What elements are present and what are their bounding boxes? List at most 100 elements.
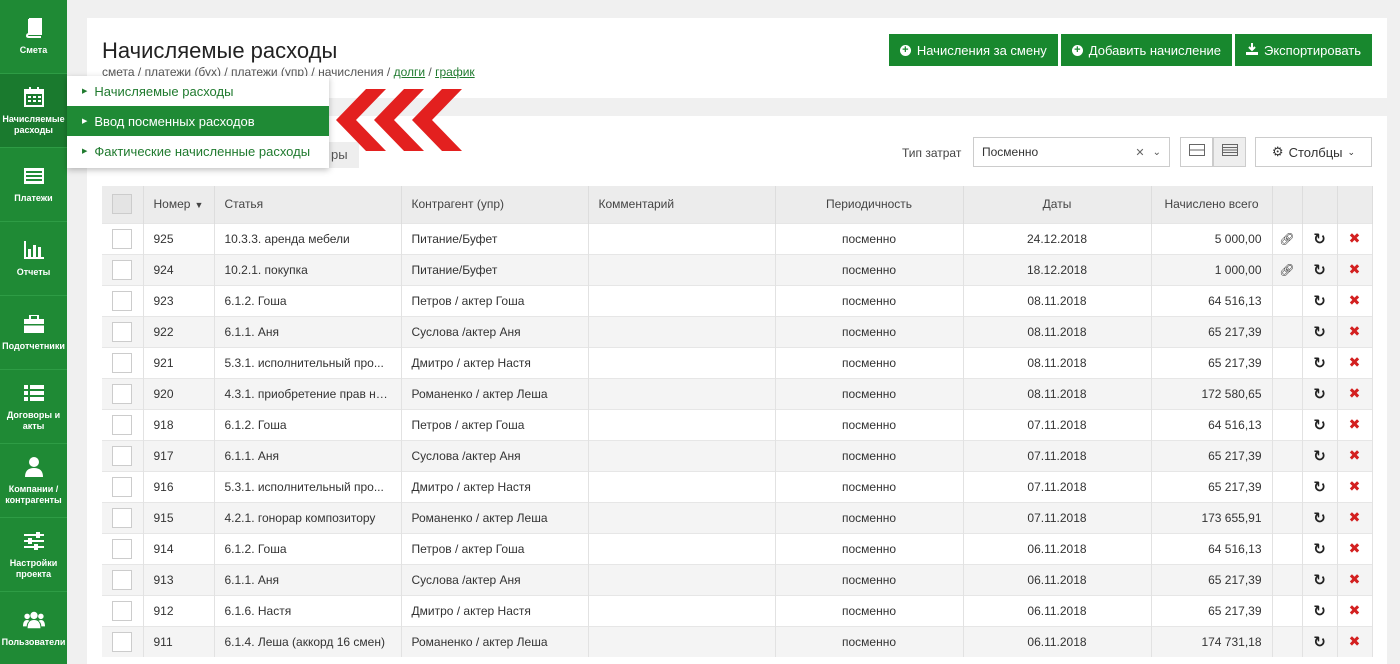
table-row[interactable]: 917 6.1.1. Аня Суслова /актер Аня посменно 0… [102,439,1373,471]
delete-icon[interactable]: ✖ [1349,571,1361,587]
row-checkbox[interactable] [112,445,133,466]
refresh-icon[interactable]: ↻ [1313,324,1326,341]
table-row[interactable]: 924 10.2.1. покупка Питание/Буфет посменно 1… [102,253,1373,285]
breadcrumb-link-debts[interactable]: долги [394,65,426,79]
sidebar-item-payments[interactable]: Платежи [0,148,67,222]
refresh-icon[interactable]: ↻ [1313,603,1326,620]
row-checkbox[interactable] [112,631,133,652]
columns-button[interactable]: ⚙ Столбцы ⌄ [1255,137,1372,167]
refresh-icon[interactable]: ↻ [1313,510,1326,527]
refresh-icon[interactable]: ↻ [1313,262,1326,279]
row-select-cell [102,470,144,502]
submenu-item-shift-expenses[interactable]: ▶ Ввод посменных расходов [67,106,329,136]
row-select-cell [102,532,144,564]
row-checkbox[interactable] [112,352,133,373]
refresh-icon[interactable]: ↻ [1313,231,1326,248]
delete-icon[interactable]: ✖ [1349,509,1361,525]
refresh-icon[interactable]: ↻ [1313,479,1326,496]
shift-accruals-button[interactable]: + Начисления за смену [888,34,1058,66]
sidebar-item-estimate[interactable]: Смета [0,0,67,74]
submenu-item-accrued-expenses[interactable]: ▶ Начисляемые расходы [67,76,329,106]
sidebar-item-reports[interactable]: Отчеты [0,222,67,296]
row-checkbox[interactable] [112,290,133,311]
delete-icon[interactable]: ✖ [1349,292,1361,308]
cost-type-select[interactable]: Посменно ✕ ⌄ [973,137,1170,167]
refresh-icon[interactable]: ↻ [1313,572,1326,589]
row-checkbox[interactable] [112,507,133,528]
row-checkbox[interactable] [112,476,133,497]
cell-contractor: Суслова /актер Аня [401,315,589,347]
table-row[interactable]: 914 6.1.2. Гоша Петров / актер Гоша посменн… [102,532,1373,564]
delete-icon[interactable]: ✖ [1349,478,1361,494]
view-compact-button[interactable] [1180,137,1213,167]
row-checkbox[interactable] [112,600,133,621]
sidebar-item-project-settings[interactable]: Настройки проекта [0,518,67,592]
col-periodicity[interactable]: Периодичность [775,186,964,223]
delete-icon[interactable]: ✖ [1349,261,1361,277]
table-row[interactable]: 912 6.1.6. Настя Дмитро / актер Настя посме… [102,594,1373,626]
page-title: Начисляемые расходы [102,38,338,63]
refresh-icon[interactable]: ↻ [1313,417,1326,434]
link-icon[interactable]: 🔗︎ [1279,232,1294,246]
table-row[interactable]: 916 5.3.1. исполнительный про... Дмитро / … [102,470,1373,502]
submenu-item-actual-expenses[interactable]: ▶ Фактические начисленные расходы [67,136,329,166]
row-checkbox[interactable] [112,569,133,590]
col-number[interactable]: Номер ▼ [143,186,215,223]
table-row[interactable]: 911 6.1.4. Леша (аккорд 16 смен) Романенко… [102,625,1373,657]
delete-icon[interactable]: ✖ [1349,447,1361,463]
table-row[interactable]: 915 4.2.1. гонорар композитору Романенко /… [102,501,1373,533]
col-article[interactable]: Статья [214,186,402,223]
row-checkbox[interactable] [112,383,133,404]
table-row[interactable]: 918 6.1.2. Гоша Петров / актер Гоша посменн… [102,408,1373,440]
delete-icon[interactable]: ✖ [1349,602,1361,618]
main-card: ры Тип затрат Посменно ✕ ⌄ ⚙ Столбцы ⌄ Н… [87,116,1387,664]
refresh-icon[interactable]: ↻ [1313,541,1326,558]
delete-icon[interactable]: ✖ [1349,323,1361,339]
col-contractor[interactable]: Контрагент (упр) [401,186,589,223]
col-comment[interactable]: Комментарий [588,186,776,223]
row-checkbox[interactable] [112,259,133,280]
refresh-icon[interactable]: ↻ [1313,448,1326,465]
breadcrumb-link-schedule[interactable]: график [435,65,475,79]
cell-number: 923 [143,284,215,316]
sidebar-item-accountable-persons[interactable]: Подотчетники [0,296,67,370]
cell-refresh: ↻ [1302,439,1338,471]
row-checkbox[interactable] [112,414,133,435]
delete-icon[interactable]: ✖ [1349,354,1361,370]
col-total[interactable]: Начислено всего [1151,186,1273,223]
link-icon[interactable]: 🔗︎ [1279,263,1294,277]
table-row[interactable]: 921 5.3.1. исполнительный про... Дмитро / … [102,346,1373,378]
refresh-icon[interactable]: ↻ [1313,293,1326,310]
delete-icon[interactable]: ✖ [1349,230,1361,246]
sidebar-item-users[interactable]: Пользователи [0,592,67,664]
table-row[interactable]: 920 4.3.1. приобретение прав на... Романен… [102,377,1373,409]
sidebar-item-contracts[interactable]: Договоры и акты [0,370,67,444]
cost-type-value: Посменно [982,145,1039,159]
sidebar-item-accrued-expenses[interactable]: Начисляемые расходы [0,74,67,148]
row-checkbox[interactable] [112,228,133,249]
view-dense-button[interactable] [1213,137,1246,167]
col-dates[interactable]: Даты [963,186,1152,223]
export-button[interactable]: Экспортировать [1235,34,1372,66]
delete-icon[interactable]: ✖ [1349,633,1361,649]
table-row[interactable]: 923 6.1.2. Гоша Петров / актер Гоша посменн… [102,284,1373,316]
select-all-checkbox[interactable] [112,194,133,215]
sidebar-item-companies[interactable]: Компании / контрагенты [0,444,67,518]
clear-icon[interactable]: ✕ [1135,146,1144,159]
cell-number: 918 [143,408,215,440]
row-checkbox[interactable] [112,321,133,342]
cell-refresh: ↻ [1302,284,1338,316]
table-row[interactable]: 922 6.1.1. Аня Суслова /актер Аня посменно 0… [102,315,1373,347]
refresh-icon[interactable]: ↻ [1313,634,1326,651]
row-checkbox[interactable] [112,538,133,559]
table-row[interactable]: 925 10.3.3. аренда мебели Питание/Буфет пос… [102,222,1373,254]
delete-icon[interactable]: ✖ [1349,416,1361,432]
refresh-icon[interactable]: ↻ [1313,386,1326,403]
refresh-icon[interactable]: ↻ [1313,355,1326,372]
cell-comment [588,594,776,626]
delete-icon[interactable]: ✖ [1349,540,1361,556]
cell-link [1272,439,1303,471]
delete-icon[interactable]: ✖ [1349,385,1361,401]
add-accrual-button[interactable]: + Добавить начисление [1060,34,1232,66]
table-row[interactable]: 913 6.1.1. Аня Суслова /актер Аня посменно 0… [102,563,1373,595]
